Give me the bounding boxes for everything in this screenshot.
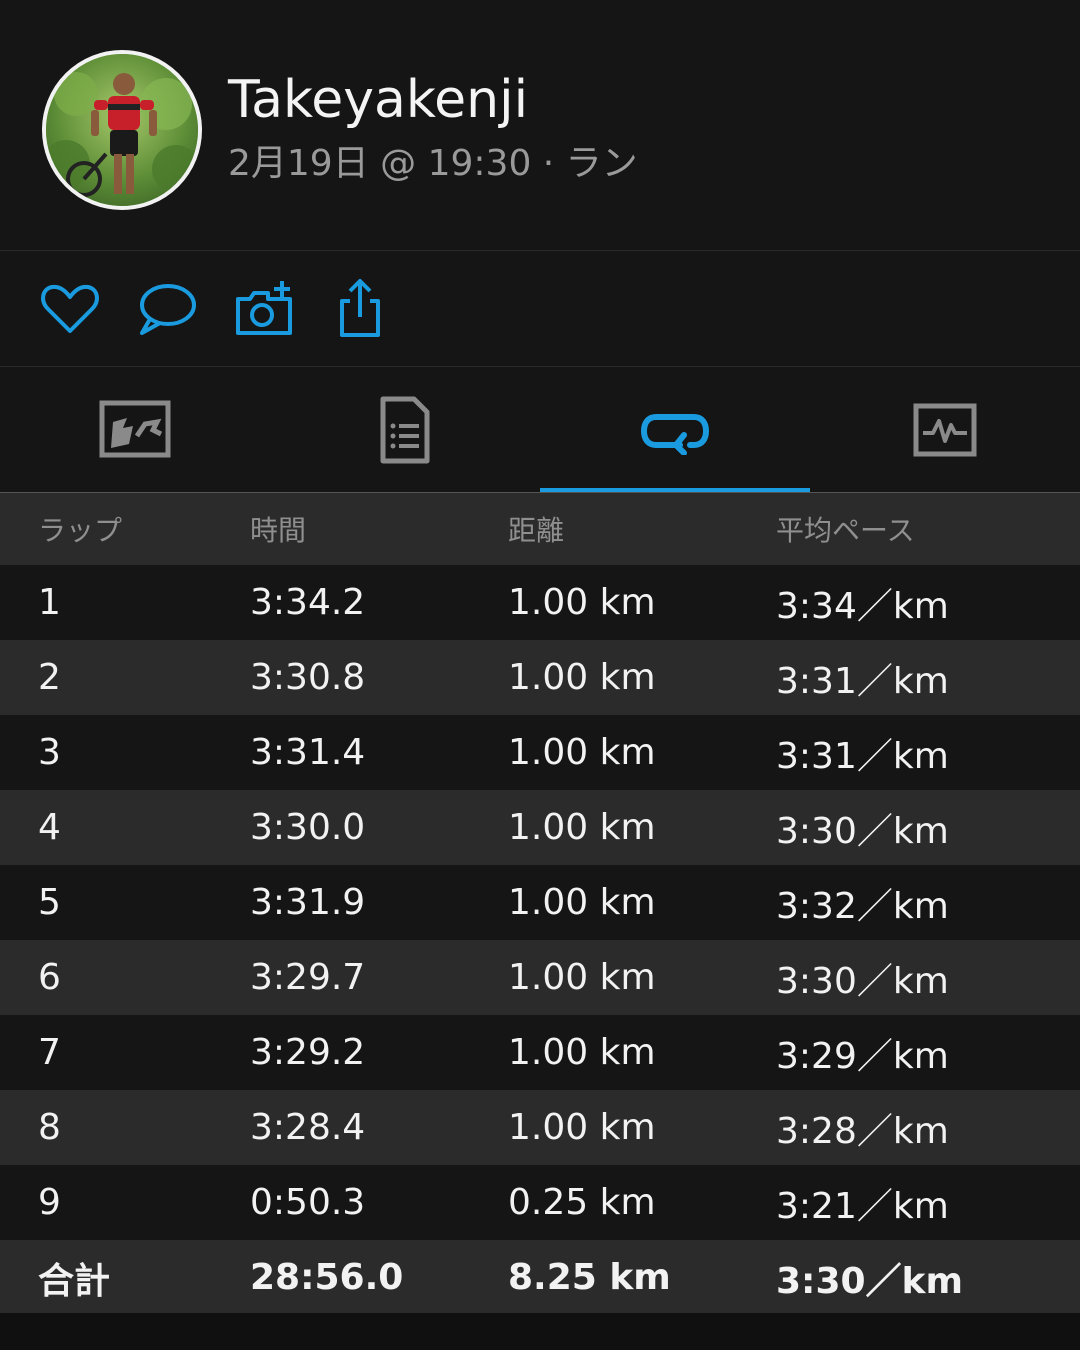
lap-pace: 3:32／km (776, 885, 949, 927)
lap-number: 8 (38, 1107, 61, 1148)
tab-map[interactable] (0, 367, 270, 492)
lap-number: 9 (38, 1182, 61, 1223)
table-row[interactable]: 5 3:31.9 1.00 km 3:32／km (0, 865, 1080, 940)
action-bar (0, 251, 1080, 366)
footer-space (0, 1313, 1080, 1350)
lap-pace: 3:29／km (776, 1035, 949, 1077)
chart-icon (913, 403, 977, 456)
table-row[interactable]: 4 3:30.0 1.00 km 3:30／km (0, 790, 1080, 865)
comment-button[interactable] (134, 277, 198, 341)
total-time: 28:56.0 (250, 1257, 404, 1298)
username[interactable]: Takeyakenji (228, 70, 528, 130)
total-distance: 8.25 km (508, 1257, 671, 1298)
lap-distance: 1.00 km (508, 882, 656, 923)
share-icon (340, 279, 380, 337)
lap-time: 3:29.2 (250, 1032, 366, 1073)
lap-pace: 3:30／km (776, 960, 949, 1002)
tab-bar (0, 367, 1080, 492)
tab-laps[interactable] (540, 367, 810, 492)
lap-number: 6 (38, 957, 61, 998)
lap-time: 3:34.2 (250, 582, 366, 623)
laps-table: ラップ 時間 距離 平均ペース 1 3:34.2 1.00 km 3:34／km… (0, 493, 1080, 1315)
laps-loop-icon (640, 413, 710, 455)
heart-icon (41, 284, 99, 333)
lap-distance: 1.00 km (508, 1032, 656, 1073)
tab-charts[interactable] (810, 367, 1080, 492)
share-button[interactable] (328, 277, 392, 341)
table-row[interactable]: 8 3:28.4 1.00 km 3:28／km (0, 1090, 1080, 1165)
table-row[interactable]: 1 3:34.2 1.00 km 3:34／km (0, 565, 1080, 640)
table-row[interactable]: 3 3:31.4 1.00 km 3:31／km (0, 715, 1080, 790)
avatar[interactable] (42, 50, 202, 210)
lap-number: 5 (38, 882, 61, 923)
column-header-time: 時間 (250, 514, 307, 547)
lap-time: 3:29.7 (250, 957, 366, 998)
lap-number: 3 (38, 732, 61, 773)
lap-number: 1 (38, 582, 61, 623)
total-pace: 3:30／km (776, 1260, 963, 1302)
table-header: ラップ 時間 距離 平均ペース (0, 493, 1080, 565)
lap-distance: 1.00 km (508, 807, 656, 848)
add-photo-button[interactable] (232, 277, 296, 341)
total-row: 合計 28:56.0 8.25 km 3:30／km (0, 1240, 1080, 1315)
add-photo-icon (236, 281, 292, 335)
lap-pace: 3:30／km (776, 810, 949, 852)
lap-time: 3:30.8 (250, 657, 366, 698)
total-label: 合計 (38, 1260, 111, 1302)
column-header-distance: 距離 (508, 514, 565, 547)
map-icon (99, 400, 171, 457)
lap-distance: 1.00 km (508, 582, 656, 623)
lap-distance: 1.00 km (508, 1107, 656, 1148)
lap-time: 0:50.3 (250, 1182, 366, 1223)
lap-number: 2 (38, 657, 61, 698)
column-header-lap: ラップ (38, 514, 123, 547)
details-document-icon (380, 396, 430, 463)
avatar-photo (46, 54, 198, 206)
activity-meta: 2月19日 @ 19:30 · ラン (228, 143, 638, 184)
lap-time: 3:28.4 (250, 1107, 366, 1148)
table-row[interactable]: 9 0:50.3 0.25 km 3:21／km (0, 1165, 1080, 1240)
comment-icon (140, 284, 196, 335)
activity-header: Takeyakenji 2月19日 @ 19:30 · ラン (0, 0, 1080, 250)
lap-number: 4 (38, 807, 61, 848)
lap-time: 3:30.0 (250, 807, 366, 848)
lap-pace: 3:31／km (776, 735, 949, 777)
lap-number: 7 (38, 1032, 61, 1073)
table-row[interactable]: 6 3:29.7 1.00 km 3:30／km (0, 940, 1080, 1015)
lap-pace: 3:34／km (776, 585, 949, 627)
lap-distance: 1.00 km (508, 657, 656, 698)
lap-distance: 1.00 km (508, 957, 656, 998)
like-button[interactable] (38, 277, 102, 341)
column-header-avg-pace: 平均ペース (776, 514, 915, 547)
tab-details[interactable] (270, 367, 540, 492)
lap-distance: 0.25 km (508, 1182, 656, 1223)
lap-time: 3:31.9 (250, 882, 366, 923)
table-row[interactable]: 7 3:29.2 1.00 km 3:29／km (0, 1015, 1080, 1090)
table-row[interactable]: 2 3:30.8 1.00 km 3:31／km (0, 640, 1080, 715)
lap-pace: 3:31／km (776, 660, 949, 702)
lap-pace: 3:21／km (776, 1185, 949, 1227)
lap-pace: 3:28／km (776, 1110, 949, 1152)
lap-distance: 1.00 km (508, 732, 656, 773)
lap-time: 3:31.4 (250, 732, 366, 773)
